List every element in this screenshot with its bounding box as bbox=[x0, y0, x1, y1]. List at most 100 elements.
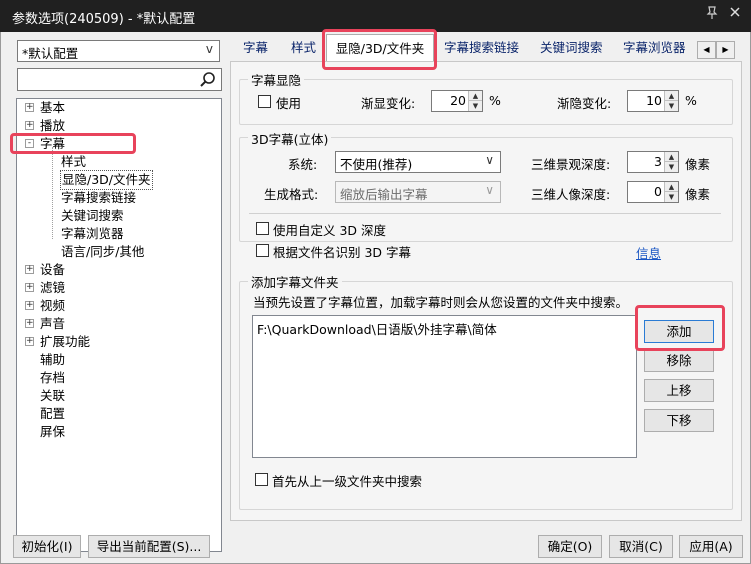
expand-icon[interactable]: + bbox=[25, 103, 34, 112]
tree-item-label: 关键词搜索 bbox=[61, 208, 124, 223]
ok-button[interactable]: 确定(O) bbox=[538, 535, 602, 558]
spin-up-icon[interactable]: ▲ bbox=[665, 152, 678, 162]
title-bar[interactable]: 参数选项(240509) - *默认配置 bbox=[0, 0, 751, 32]
fade-out-spinner[interactable]: 10 ▲ ▼ bbox=[627, 90, 679, 112]
list-item[interactable]: F:\QuarkDownload\日语版\外挂字幕\简体 bbox=[257, 319, 497, 338]
fade-out-unit: % bbox=[685, 93, 697, 108]
parent-first-label: 首先从上一级文件夹中搜索 bbox=[272, 474, 423, 489]
remove-folder-button[interactable]: 移除 bbox=[644, 349, 714, 372]
tree-item-profiles[interactable]: 配置 bbox=[40, 405, 65, 423]
spin-down-icon[interactable]: ▼ bbox=[665, 101, 678, 111]
tree-item-label: 语言/同步/其他 bbox=[61, 244, 145, 259]
tree-item-screensaver[interactable]: 屏保 bbox=[40, 423, 65, 441]
tab-search-links[interactable]: 字幕搜索链接 bbox=[442, 36, 521, 62]
tree-item-label: 滤镜 bbox=[40, 280, 66, 295]
tab-subtitle-browser[interactable]: 字幕浏览器 bbox=[621, 36, 688, 62]
tree-item-label: 字幕搜索链接 bbox=[61, 190, 137, 205]
tab-scroll-left-icon[interactable]: ◀ bbox=[697, 41, 716, 59]
tree-item-label: 设备 bbox=[40, 262, 66, 277]
tree-item-style[interactable]: 样式 bbox=[61, 153, 86, 171]
cancel-button[interactable]: 取消(C) bbox=[609, 535, 673, 558]
move-down-button[interactable]: 下移 bbox=[644, 409, 714, 432]
person-depth-value: 0 bbox=[654, 184, 662, 199]
tab-keyword-search[interactable]: 关键词搜索 bbox=[538, 36, 605, 62]
apply-button[interactable]: 应用(A) bbox=[679, 535, 743, 558]
chevron-down-icon: v bbox=[205, 42, 213, 56]
tree-item-label: 扩展功能 bbox=[40, 334, 91, 349]
tree-item-label: 显隐/3D/文件夹 bbox=[62, 172, 151, 187]
system-select[interactable]: 不使用(推荐) ∨ bbox=[335, 151, 501, 173]
spin-up-icon[interactable]: ▲ bbox=[665, 91, 678, 101]
tree-connector bbox=[52, 147, 53, 239]
tree-item-label: 配置 bbox=[40, 406, 66, 421]
info-link[interactable]: 信息 bbox=[636, 243, 661, 262]
person-depth-unit: 像素 bbox=[685, 187, 711, 202]
spin-down-icon[interactable]: ▼ bbox=[665, 192, 678, 202]
use-fade-checkbox[interactable] bbox=[258, 95, 271, 108]
tree-item-label: 辅助 bbox=[40, 352, 66, 367]
export-config-button[interactable]: 导出当前配置(S)... bbox=[88, 535, 210, 558]
custom-depth-checkbox[interactable] bbox=[256, 222, 269, 235]
window-title: 参数选项(240509) - *默认配置 bbox=[12, 12, 196, 27]
tab-subtitles[interactable]: 字幕 bbox=[241, 36, 270, 62]
fade-in-spinner[interactable]: 20 ▲ ▼ bbox=[431, 90, 483, 112]
tree-item-associations[interactable]: 关联 bbox=[40, 387, 65, 405]
scene-depth-spinner[interactable]: 3 ▲ ▼ bbox=[627, 151, 679, 173]
init-button[interactable]: 初始化(I) bbox=[13, 535, 81, 558]
dialog-body: *默认配置 v + 基本 + 播放 - 字幕 样式 显隐/3D/文件夹 字幕搜索… bbox=[0, 32, 751, 564]
expand-icon[interactable]: + bbox=[25, 301, 34, 310]
parent-first-checkbox[interactable] bbox=[255, 473, 268, 486]
spin-down-icon[interactable]: ▼ bbox=[665, 162, 678, 172]
expand-icon[interactable]: + bbox=[25, 121, 34, 130]
spin-up-icon[interactable]: ▲ bbox=[665, 182, 678, 192]
expand-icon[interactable]: + bbox=[25, 265, 34, 274]
folders-description: 当预先设置了字幕位置，加载字幕时则会从您设置的文件夹中搜索。 bbox=[253, 295, 629, 310]
expand-icon[interactable]: + bbox=[25, 319, 34, 328]
format-value: 缩放后输出字幕 bbox=[340, 187, 428, 202]
search-icon[interactable] bbox=[199, 71, 217, 92]
tree-item-accessibility[interactable]: 辅助 bbox=[40, 351, 65, 369]
pin-icon[interactable] bbox=[703, 6, 721, 24]
system-value: 不使用(推荐) bbox=[340, 157, 413, 172]
tree-item-search-links[interactable]: 字幕搜索链接 bbox=[61, 189, 136, 207]
add-folder-button[interactable]: 添加 bbox=[644, 320, 714, 343]
person-depth-spinner[interactable]: 0 ▲ ▼ bbox=[627, 181, 679, 203]
folder-list[interactable]: F:\QuarkDownload\日语版\外挂字幕\简体 bbox=[252, 315, 637, 458]
search-input[interactable] bbox=[17, 68, 222, 91]
settings-tree[interactable]: + 基本 + 播放 - 字幕 样式 显隐/3D/文件夹 字幕搜索链接 关键词搜索… bbox=[16, 98, 222, 552]
format-select[interactable]: 缩放后输出字幕 ∨ bbox=[335, 181, 501, 203]
tree-item-archive[interactable]: 存档 bbox=[40, 369, 65, 387]
fade-out-label: 渐隐变化: bbox=[557, 96, 612, 111]
expand-icon[interactable]: + bbox=[25, 283, 34, 292]
custom-depth-label: 使用自定义 3D 深度 bbox=[273, 223, 387, 238]
tree-item-keyword-search[interactable]: 关键词搜索 bbox=[61, 207, 124, 225]
tree-item-label: 样式 bbox=[61, 154, 87, 169]
tree-item-label: 关联 bbox=[40, 388, 66, 403]
close-icon[interactable] bbox=[726, 6, 744, 24]
tree-item-subtitle-browser[interactable]: 字幕浏览器 bbox=[61, 225, 124, 243]
filename-3d-label: 根据文件名识别 3D 字幕 bbox=[273, 245, 412, 260]
folders-group-label: 添加字幕文件夹 bbox=[248, 272, 342, 291]
preferences-window: 参数选项(240509) - *默认配置 *默认配置 v + 基本 + 播放 -… bbox=[0, 0, 751, 564]
person-depth-label: 三维人像深度: bbox=[531, 187, 611, 202]
chevron-down-icon: ∨ bbox=[485, 153, 494, 167]
collapse-icon[interactable]: - bbox=[25, 139, 34, 148]
tab-visibility-3d-folder[interactable]: 显隐/3D/文件夹 bbox=[326, 34, 434, 62]
filename-3d-checkbox[interactable] bbox=[256, 244, 269, 257]
tree-item-language-sync[interactable]: 语言/同步/其他 bbox=[61, 243, 144, 261]
format-label: 生成格式: bbox=[264, 187, 319, 202]
system-label: 系统: bbox=[288, 157, 318, 172]
fade-in-value: 20 bbox=[450, 93, 466, 108]
spin-down-icon[interactable]: ▼ bbox=[469, 101, 482, 111]
tab-scroll-right-icon[interactable]: ▶ bbox=[716, 41, 735, 59]
tree-item-label: 屏保 bbox=[40, 424, 66, 439]
three-d-group-label: 3D字幕(立体) bbox=[248, 129, 332, 148]
move-up-button[interactable]: 上移 bbox=[644, 379, 714, 402]
tree-item-visibility-3d-folder[interactable]: 显隐/3D/文件夹 bbox=[60, 170, 153, 190]
spin-up-icon[interactable]: ▲ bbox=[469, 91, 482, 101]
tab-style[interactable]: 样式 bbox=[289, 36, 318, 62]
expand-icon[interactable]: + bbox=[25, 337, 34, 346]
scene-depth-unit: 像素 bbox=[685, 157, 711, 172]
profile-select[interactable]: *默认配置 v bbox=[17, 40, 220, 62]
tree-item-label: 存档 bbox=[40, 370, 66, 385]
